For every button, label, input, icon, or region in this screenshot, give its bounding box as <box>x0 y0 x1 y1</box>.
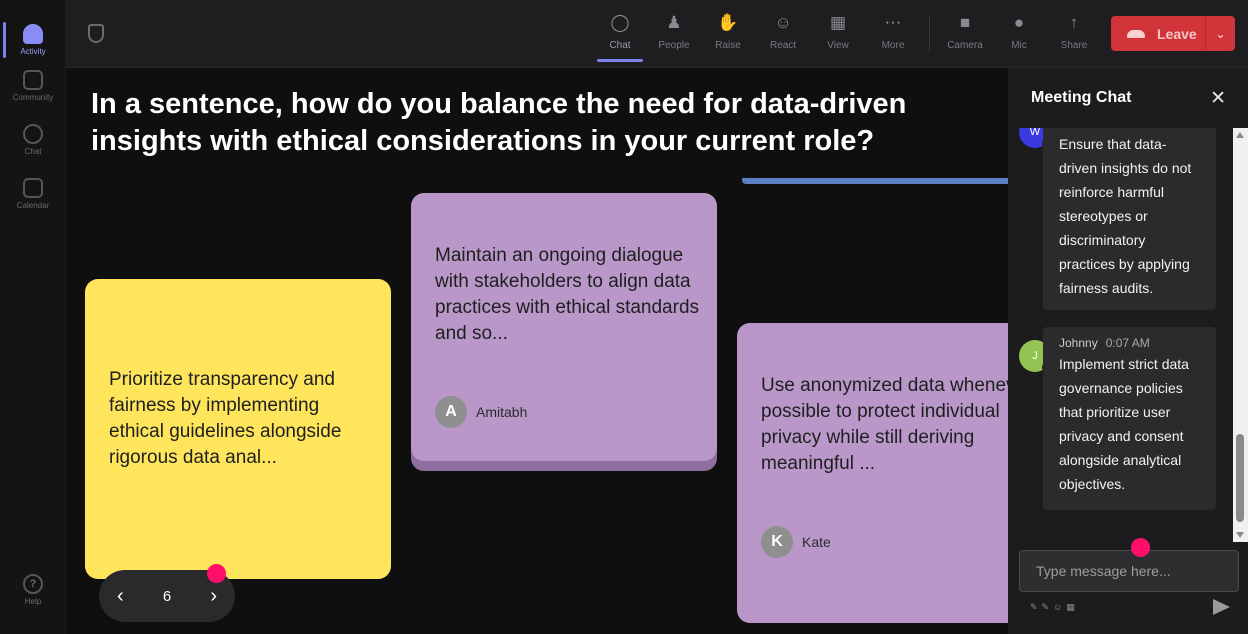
view-button[interactable]: ▦ View <box>810 8 866 62</box>
message-meta: Johnny 0:07 AM <box>1059 334 1200 352</box>
rail-item-label: Calendar <box>16 201 50 210</box>
message-text: Implement strict data governance policie… <box>1059 356 1189 492</box>
whiteboard-stage: In a sentence, how do you balance the ne… <box>66 68 1008 634</box>
chat-button[interactable]: ◯ Chat <box>592 8 648 62</box>
response-card[interactable]: Prioritize transparency and fairness by … <box>85 279 391 579</box>
scroll-down-icon[interactable] <box>1236 532 1244 538</box>
rail-item-community[interactable]: Community <box>0 60 66 112</box>
rail-item-label: Community <box>12 93 54 102</box>
sender-name: Johnny <box>1059 336 1098 350</box>
question-title: In a sentence, how do you balance the ne… <box>91 88 907 157</box>
more-icon: ⋯ <box>884 13 902 32</box>
help-icon: ? <box>23 574 43 594</box>
chevron-right-icon[interactable]: › <box>210 585 217 608</box>
chat-icon <box>23 124 43 144</box>
rail-item-help[interactable]: ? Help <box>0 574 66 618</box>
message-text: Ensure that data-driven insights do not … <box>1059 136 1192 296</box>
pointer-marker <box>207 564 226 583</box>
view-icon: ▦ <box>829 13 847 32</box>
message-time: 0:07 AM <box>1105 336 1150 350</box>
page-number: 6 <box>162 587 172 605</box>
rail-item-label: Chat <box>24 147 42 156</box>
scroll-up-icon[interactable] <box>1236 132 1244 138</box>
chat-scrollbar[interactable] <box>1233 128 1248 542</box>
chat-message-input[interactable]: Type message here... <box>1019 550 1239 592</box>
scroll-thumb[interactable] <box>1236 434 1244 522</box>
response-card[interactable]: Maintain an ongoing dialogue with stakeh… <box>411 193 717 461</box>
mic-button[interactable]: ● Mic <box>991 8 1047 62</box>
meeting-chat-panel: Meeting Chat ✕ W Ensure that data-driven… <box>1008 68 1248 634</box>
raise-hand-icon: ✋ <box>717 13 739 32</box>
close-icon[interactable]: ✕ <box>1210 87 1226 110</box>
format-options-icon[interactable]: ✎✎☺▦ <box>1030 602 1079 613</box>
chat-title: Meeting Chat <box>1031 89 1132 106</box>
chevron-left-icon[interactable]: ‹ <box>117 585 124 608</box>
avatar: A <box>435 396 467 428</box>
chat-message: Johnny 0:07 AM Implement strict data gove… <box>1043 327 1216 510</box>
react-button[interactable]: ☺ React <box>755 8 811 62</box>
rail-item-chat[interactable]: Chat <box>0 114 66 166</box>
meeting-toolbar: ◯ Chat ♟ People ✋ Raise ☺ React ▦ View ⋯… <box>66 0 1248 68</box>
shield-icon <box>88 24 104 43</box>
rail-item-label: Help <box>24 597 42 606</box>
rail-item-activity[interactable]: Activity <box>0 14 66 66</box>
react-icon: ☺ <box>774 13 792 32</box>
calendar-icon <box>23 178 43 198</box>
rail-item-label: Activity <box>20 47 46 56</box>
mic-icon: ● <box>1013 13 1025 32</box>
rail-item-calendar[interactable]: Calendar <box>0 168 66 220</box>
card-text-content: Use anonymized data whenever possible to… <box>761 375 1008 474</box>
card-author: K Kate <box>761 526 831 558</box>
author-name: Amitabh <box>476 404 528 420</box>
toolbar-divider <box>929 16 930 52</box>
author-name: Kate <box>802 534 831 550</box>
leave-button[interactable]: Leave ⌄ <box>1111 16 1235 51</box>
chat-message: Ensure that data-driven insights do not … <box>1043 128 1216 310</box>
send-icon[interactable] <box>1213 599 1230 615</box>
card-text: Prioritize transparency and fairness by … <box>109 369 342 468</box>
pointer-marker <box>1131 538 1150 557</box>
chat-icon: ◯ <box>610 13 630 32</box>
community-icon <box>23 70 43 90</box>
card-text: Maintain an ongoing dialogue with stakeh… <box>435 245 700 344</box>
camera-off-icon: ■ <box>959 13 971 32</box>
chevron-down-icon[interactable]: ⌄ <box>1205 16 1235 51</box>
people-icon: ♟ <box>666 13 682 32</box>
phone-hangup-icon <box>1127 29 1145 38</box>
card-text: Use anonymized data whenever possible to… <box>761 373 1008 477</box>
share-icon: ↑ <box>1069 13 1079 32</box>
chat-header: Meeting Chat ✕ <box>1008 68 1248 128</box>
camera-button[interactable]: ■ Camera <box>937 8 993 62</box>
share-button[interactable]: ↑ Share <box>1046 8 1102 62</box>
more-button[interactable]: ⋯ More <box>865 8 921 62</box>
bell-icon <box>23 24 43 44</box>
people-button[interactable]: ♟ People <box>646 8 702 62</box>
left-rail: Activity Community Chat Calendar ? Help <box>0 0 66 634</box>
card-edge <box>742 178 1008 184</box>
avatar: K <box>761 526 793 558</box>
card-author: A Amitabh <box>435 396 527 428</box>
raise-hand-button[interactable]: ✋ Raise <box>700 8 756 62</box>
chat-messages: W Ensure that data-driven insights do no… <box>1008 128 1233 538</box>
response-card[interactable]: Use anonymized data whenever possible to… <box>737 323 1008 623</box>
